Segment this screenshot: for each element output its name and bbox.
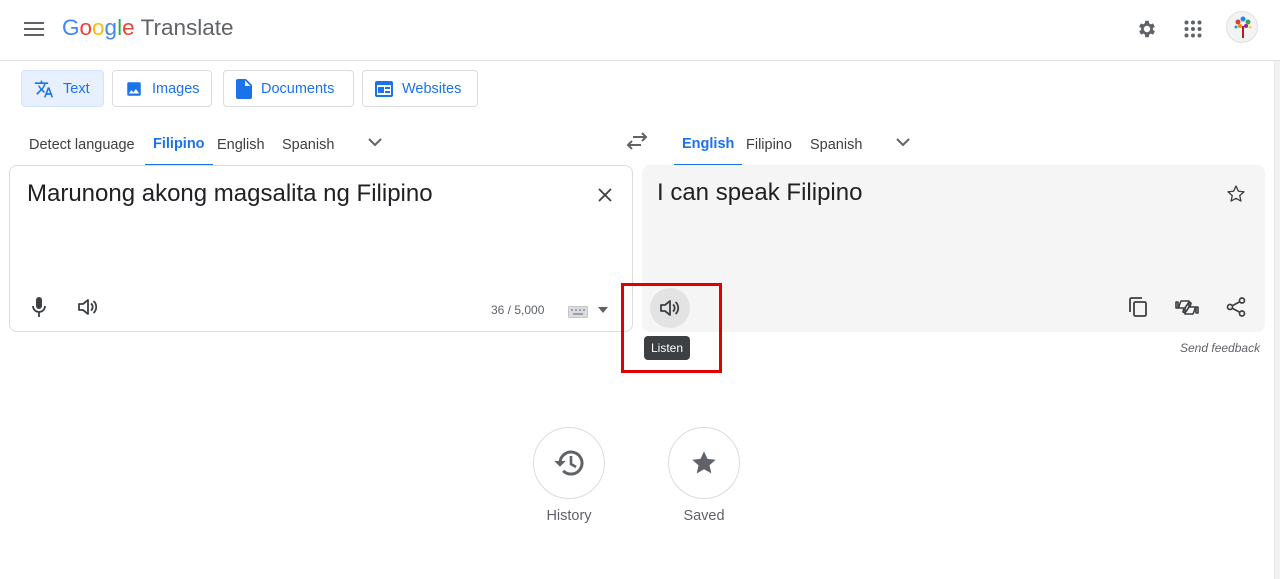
source-lang-detect[interactable]: Detect language [29, 124, 135, 166]
history-button[interactable] [533, 427, 605, 499]
google-translate-logo[interactable]: G o o g l e Translate [62, 15, 234, 41]
translation-output-text[interactable]: I can speak Filipino [657, 179, 862, 207]
history-icon [554, 449, 584, 477]
product-name: Translate [140, 15, 234, 40]
document-icon [236, 78, 252, 99]
source-speaker-icon[interactable] [68, 287, 108, 327]
app-header: G o o g l e Translate [0, 0, 1280, 61]
source-lang-more-chevron-icon[interactable] [360, 130, 390, 154]
logo-letter: o [92, 15, 105, 40]
copy-icon[interactable] [1118, 287, 1158, 327]
source-text-panel[interactable]: Marunong akong magsalita ng Filipino 36 … [9, 165, 633, 332]
settings-icon[interactable] [1129, 11, 1165, 47]
share-icon[interactable] [1216, 287, 1256, 327]
tab-documents-label: Documents [261, 80, 335, 97]
target-lang-english[interactable]: English [674, 124, 743, 166]
tab-text-label: Text [63, 80, 90, 97]
target-lang-filipino[interactable]: Filipino [746, 124, 792, 166]
clear-text-icon[interactable] [585, 175, 625, 215]
saved-label: Saved [683, 508, 725, 524]
tab-images-label: Images [152, 80, 200, 97]
menu-icon[interactable] [16, 11, 52, 47]
character-count: 36 / 5,000 [491, 303, 545, 317]
source-lang-filipino[interactable]: Filipino [145, 124, 213, 166]
swap-languages-icon[interactable] [622, 127, 652, 155]
logo-letter: g [104, 15, 118, 40]
rate-translation-icon[interactable] [1167, 287, 1207, 327]
save-star-icon[interactable] [1216, 174, 1256, 214]
input-tools-caret-icon[interactable] [598, 307, 608, 313]
saved-button[interactable] [668, 427, 740, 499]
translation-output-panel: I can speak Filipino [642, 165, 1265, 332]
tab-websites[interactable]: Websites [362, 70, 478, 107]
image-icon [125, 80, 143, 98]
target-lang-spanish[interactable]: Spanish [810, 124, 862, 166]
avatar[interactable] [1226, 11, 1258, 43]
logo-letter: G [62, 15, 80, 40]
apps-grid-icon[interactable] [1175, 11, 1211, 47]
source-lang-spanish[interactable]: Spanish [282, 124, 334, 166]
target-lang-more-chevron-icon[interactable] [888, 130, 918, 154]
star-icon [690, 449, 718, 477]
tab-websites-label: Websites [402, 80, 462, 97]
history-label: History [546, 508, 592, 524]
send-feedback-link[interactable]: Send feedback [1180, 341, 1260, 355]
translate-icon [34, 79, 54, 99]
keyboard-icon[interactable] [568, 306, 588, 318]
source-lang-english[interactable]: English [217, 124, 265, 166]
logo-letter: e [122, 15, 135, 40]
source-text-input[interactable]: Marunong akong magsalita ng Filipino [27, 180, 433, 208]
highlight-annotation-box [621, 283, 722, 373]
tab-text[interactable]: Text [21, 70, 104, 107]
tab-images[interactable]: Images [112, 70, 212, 107]
tab-documents[interactable]: Documents [223, 70, 354, 107]
website-icon [375, 80, 393, 97]
logo-letter: o [79, 15, 93, 40]
page-scrollbar[interactable] [1274, 61, 1280, 579]
microphone-icon[interactable] [19, 287, 59, 327]
